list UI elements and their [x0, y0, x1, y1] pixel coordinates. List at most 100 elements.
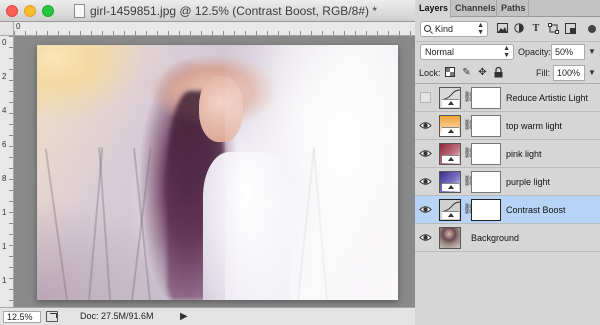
layer-filter-row: Kind ▲ ▼ T — [415, 17, 600, 42]
lock-transparent-pixels-icon[interactable] — [444, 67, 455, 78]
eye-icon[interactable] — [419, 231, 432, 244]
ruler-label: 1 — [2, 276, 7, 285]
canvas-area[interactable] — [14, 36, 415, 307]
type-filter-icon[interactable]: T — [529, 21, 543, 35]
filter-kind-label: Kind — [435, 24, 454, 34]
layer-mask-thumbnail[interactable] — [471, 143, 501, 165]
adjustment-icon — [442, 183, 459, 191]
fill-dropdown-arrow-icon[interactable]: ▼ — [588, 68, 596, 77]
vertical-ruler[interactable]: 0 2 4 6 8 1 1 1 — [0, 36, 14, 307]
eye-icon[interactable] — [419, 203, 432, 216]
ruler-origin[interactable] — [0, 22, 14, 36]
eye-icon[interactable] — [419, 147, 432, 160]
lock-label: Lock: — [419, 68, 441, 78]
adjustment-filter-icon[interactable] — [512, 21, 526, 35]
link-chain-icon[interactable]: ⛓ — [463, 176, 476, 188]
layer-row[interactable]: ⛓ top warm light — [415, 112, 600, 140]
share-icon[interactable] — [46, 311, 58, 322]
minimize-window-button[interactable] — [24, 5, 36, 17]
photo-canvas[interactable] — [37, 45, 398, 300]
eye-icon[interactable] — [419, 119, 432, 132]
document-title: girl-1459851.jpg @ 12.5% (Contrast Boost… — [90, 4, 377, 18]
blend-mode-value: Normal — [425, 47, 455, 57]
fill-input[interactable]: 100% — [553, 65, 585, 81]
layer-row[interactable]: ⛓ pink light — [415, 140, 600, 168]
zoom-window-button[interactable] — [42, 5, 54, 17]
blend-row: Normal ▲ ▼ Opacity: 50% ▼ — [415, 42, 600, 62]
layer-name[interactable]: pink light — [506, 149, 542, 159]
shape-filter-icon[interactable] — [546, 21, 560, 35]
select-arrows-icon: ▲ ▼ — [477, 22, 484, 36]
layer-row[interactable]: Background — [415, 224, 600, 252]
grass-stroke — [98, 147, 112, 300]
visibility-toggle-empty[interactable] — [420, 92, 431, 103]
eye-icon[interactable] — [419, 175, 432, 188]
select-arrows-icon: ▲ ▼ — [503, 45, 510, 59]
gradient-fill-thumbnail[interactable] — [439, 143, 461, 165]
layer-name[interactable]: top warm light — [506, 121, 562, 131]
layer-name[interactable]: purple light — [506, 177, 550, 187]
curves-adjustment-thumbnail[interactable] — [439, 87, 461, 109]
close-window-button[interactable] — [6, 5, 18, 17]
ruler-label: 0 — [16, 22, 21, 31]
curves-adjustment-thumbnail[interactable] — [439, 199, 461, 221]
layers-list: ⛓ Reduce Artistic Light ⛓ top warm light — [415, 84, 600, 325]
layer-row[interactable]: ⛓ Reduce Artistic Light — [415, 84, 600, 112]
layer-mask-thumbnail[interactable] — [471, 87, 501, 109]
status-menu-arrow-icon[interactable]: ▶ — [180, 311, 188, 322]
filter-toggle-switch[interactable] — [588, 25, 596, 33]
zoom-level-field[interactable]: 12.5% — [3, 311, 41, 323]
horizontal-ruler[interactable]: 0 — [14, 22, 415, 36]
layer-row[interactable]: ⛓ purple light — [415, 168, 600, 196]
photoshop-app: girl-1459851.jpg @ 12.5% (Contrast Boost… — [0, 0, 600, 325]
ruler-label: 1 — [2, 208, 7, 217]
ruler-label: 8 — [2, 174, 7, 183]
adjustment-icon — [442, 99, 459, 107]
link-chain-icon[interactable]: ⛓ — [463, 120, 476, 132]
adjustment-icon — [442, 127, 459, 135]
filter-kind-select[interactable]: Kind ▲ ▼ — [420, 21, 488, 37]
link-chain-icon[interactable]: ⛓ — [463, 204, 476, 216]
tab-layers[interactable]: Layers — [415, 0, 451, 18]
search-icon — [424, 25, 431, 32]
opacity-dropdown-arrow-icon[interactable]: ▼ — [588, 47, 596, 56]
document-window: girl-1459851.jpg @ 12.5% (Contrast Boost… — [0, 0, 415, 325]
ruler-label: 1 — [2, 242, 7, 251]
layer-name[interactable]: Contrast Boost — [506, 205, 566, 215]
gradient-fill-thumbnail[interactable] — [439, 115, 461, 137]
tab-channels[interactable]: Channels — [451, 0, 497, 17]
panel-tabs: Layers Channels Paths — [415, 0, 600, 18]
grass-stroke — [44, 148, 68, 300]
ruler-label: 6 — [2, 140, 7, 149]
layer-name[interactable]: Reduce Artistic Light — [506, 93, 588, 103]
tab-paths[interactable]: Paths — [497, 0, 529, 17]
layer-row-selected[interactable]: ⛓ Contrast Boost — [415, 196, 600, 224]
link-chain-icon[interactable]: ⛓ — [463, 92, 476, 104]
image-filter-icon[interactable] — [495, 21, 509, 35]
lock-position-icon[interactable]: ✥ — [477, 67, 488, 78]
lock-row: Lock: ✎ ✥ Fill: 100% ▼ — [415, 62, 600, 84]
blend-mode-select[interactable]: Normal ▲ ▼ — [420, 44, 514, 60]
layer-mask-thumbnail[interactable] — [471, 115, 501, 137]
lock-all-icon[interactable] — [493, 66, 504, 78]
lock-image-pixels-icon[interactable]: ✎ — [461, 67, 472, 78]
ruler-label: 2 — [2, 72, 7, 81]
document-icon — [74, 4, 85, 18]
fill-label: Fill: — [536, 68, 550, 78]
opacity-input[interactable]: 50% — [551, 44, 585, 60]
document-titlebar[interactable]: girl-1459851.jpg @ 12.5% (Contrast Boost… — [0, 0, 415, 22]
smart-object-filter-icon[interactable] — [563, 21, 577, 35]
background-photo-thumbnail[interactable] — [439, 227, 461, 249]
adjustment-icon — [442, 155, 459, 163]
layer-mask-thumbnail[interactable] — [471, 199, 501, 221]
adjustment-icon — [442, 211, 459, 219]
layers-panel: Layers Channels Paths Kind ▲ ▼ T Normal … — [415, 0, 600, 325]
opacity-label: Opacity: — [518, 47, 552, 57]
gradient-fill-thumbnail[interactable] — [439, 171, 461, 193]
layer-mask-thumbnail[interactable] — [471, 171, 501, 193]
status-bar: 12.5% Doc: 27.5M/91.6M ▶ — [0, 307, 415, 325]
link-chain-icon[interactable]: ⛓ — [463, 148, 476, 160]
layer-name[interactable]: Background — [471, 233, 519, 243]
photo-veil — [224, 45, 398, 300]
document-size-info: Doc: 27.5M/91.6M — [80, 311, 154, 321]
